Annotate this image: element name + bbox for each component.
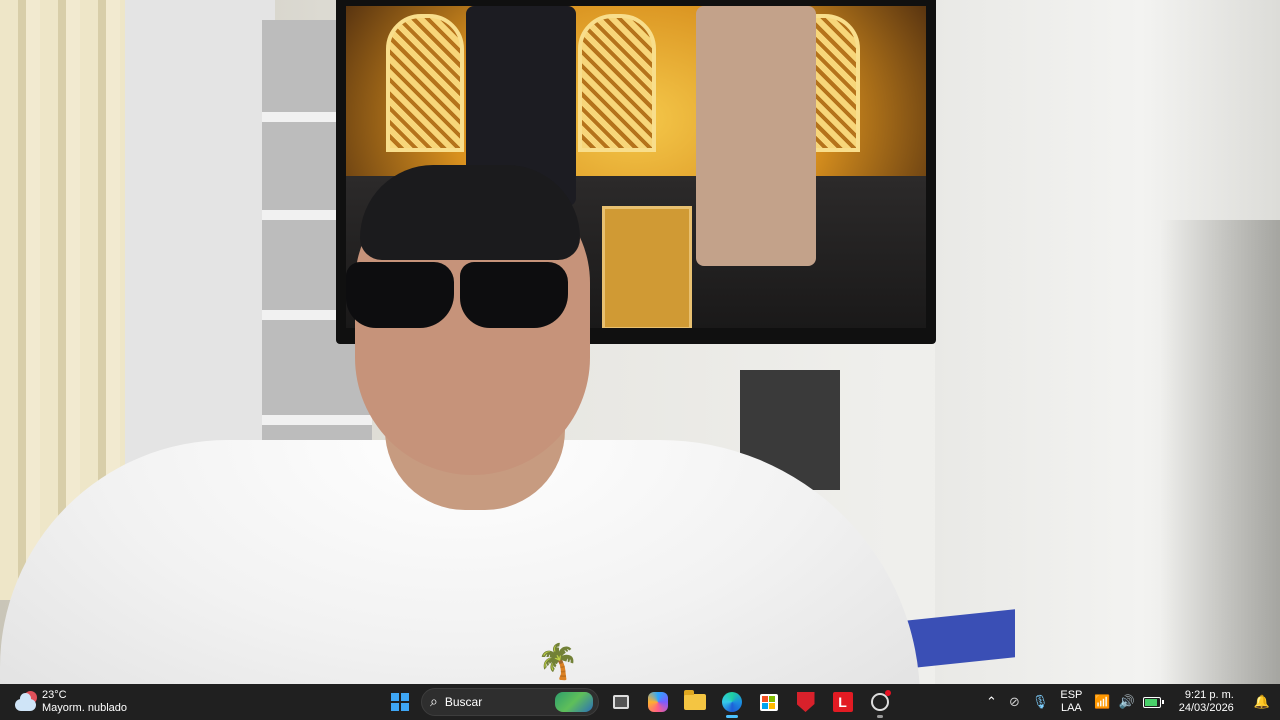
store-icon bbox=[759, 693, 778, 711]
language-code: ESP bbox=[1060, 689, 1083, 701]
mcafee-shield-icon bbox=[796, 692, 815, 712]
copilot-icon bbox=[647, 692, 668, 712]
bell-icon: 🔔 bbox=[1253, 694, 1270, 710]
battery-icon bbox=[1142, 696, 1164, 708]
task-view-button[interactable] bbox=[605, 687, 636, 718]
notifications-button[interactable]: 🔔 bbox=[1248, 686, 1280, 718]
clock-date: 24/03/2026 bbox=[1178, 702, 1234, 714]
location-off-button[interactable]: ⊘ bbox=[1003, 686, 1026, 718]
camera-icon bbox=[870, 693, 889, 711]
clock-button[interactable]: 9:21 p. m. 24/03/2026 bbox=[1167, 686, 1248, 718]
location-off-icon: ⊘ bbox=[1008, 694, 1020, 710]
lenovo-button[interactable]: L bbox=[827, 687, 858, 718]
webcam-feed: 🌴 bbox=[0, 0, 1280, 684]
palm-tree-logo-icon: 🌴 bbox=[536, 643, 580, 681]
search-box[interactable]: ⌕ Buscar bbox=[421, 688, 599, 716]
taskbar: 23°C Mayorm. nublado ⌕ Buscar L ⌃ ⊘ 🎙 ES… bbox=[0, 684, 1280, 720]
mcafee-button[interactable] bbox=[790, 687, 821, 718]
running-indicator bbox=[877, 714, 883, 718]
edge-button[interactable] bbox=[716, 687, 747, 718]
lenovo-l-icon: L bbox=[832, 692, 853, 712]
system-tray: ⌃ ⊘ 🎙 ESP LAA 📶 🔊 9:21 p. m. 24/03/2026 bbox=[980, 684, 1280, 720]
show-hidden-icons-button[interactable]: ⌃ bbox=[980, 686, 1003, 718]
taskbar-center: ⌕ Buscar L bbox=[384, 686, 895, 718]
folder-icon bbox=[683, 690, 706, 710]
task-view-icon bbox=[612, 695, 629, 709]
microsoft-store-button[interactable] bbox=[753, 687, 784, 718]
running-indicator bbox=[726, 714, 738, 718]
notification-badge bbox=[885, 689, 891, 696]
chevron-up-icon: ⌃ bbox=[986, 694, 997, 710]
search-icon: ⌕ bbox=[430, 694, 438, 710]
copilot-button[interactable] bbox=[642, 687, 673, 718]
search-placeholder: Buscar bbox=[444, 695, 483, 709]
quick-settings-button[interactable]: 📶 🔊 bbox=[1088, 686, 1166, 718]
microphone-icon: 🎙 bbox=[1031, 694, 1049, 710]
weather-widget[interactable]: 23°C Mayorm. nublado bbox=[14, 686, 127, 718]
partly-cloudy-night-icon bbox=[14, 690, 38, 714]
microphone-button[interactable]: 🎙 bbox=[1026, 686, 1055, 718]
volume-icon: 🔊 bbox=[1118, 694, 1135, 710]
weather-condition: Mayorm. nublado bbox=[42, 702, 127, 714]
search-highlight-image bbox=[555, 692, 593, 712]
weather-temperature: 23°C bbox=[42, 689, 67, 701]
sunglasses bbox=[346, 262, 574, 330]
camera-button[interactable] bbox=[864, 687, 895, 718]
file-explorer-button[interactable] bbox=[679, 687, 710, 718]
language-button[interactable]: ESP LAA bbox=[1054, 686, 1088, 718]
person-hair bbox=[360, 165, 580, 260]
edge-icon bbox=[721, 692, 742, 712]
wall-shadow bbox=[1160, 220, 1280, 684]
wifi-icon: 📶 bbox=[1094, 694, 1111, 710]
windows-start-icon bbox=[390, 693, 409, 711]
start-button[interactable] bbox=[384, 687, 415, 718]
clock-time: 9:21 p. m. bbox=[1184, 689, 1234, 701]
language-region: LAA bbox=[1060, 702, 1082, 714]
